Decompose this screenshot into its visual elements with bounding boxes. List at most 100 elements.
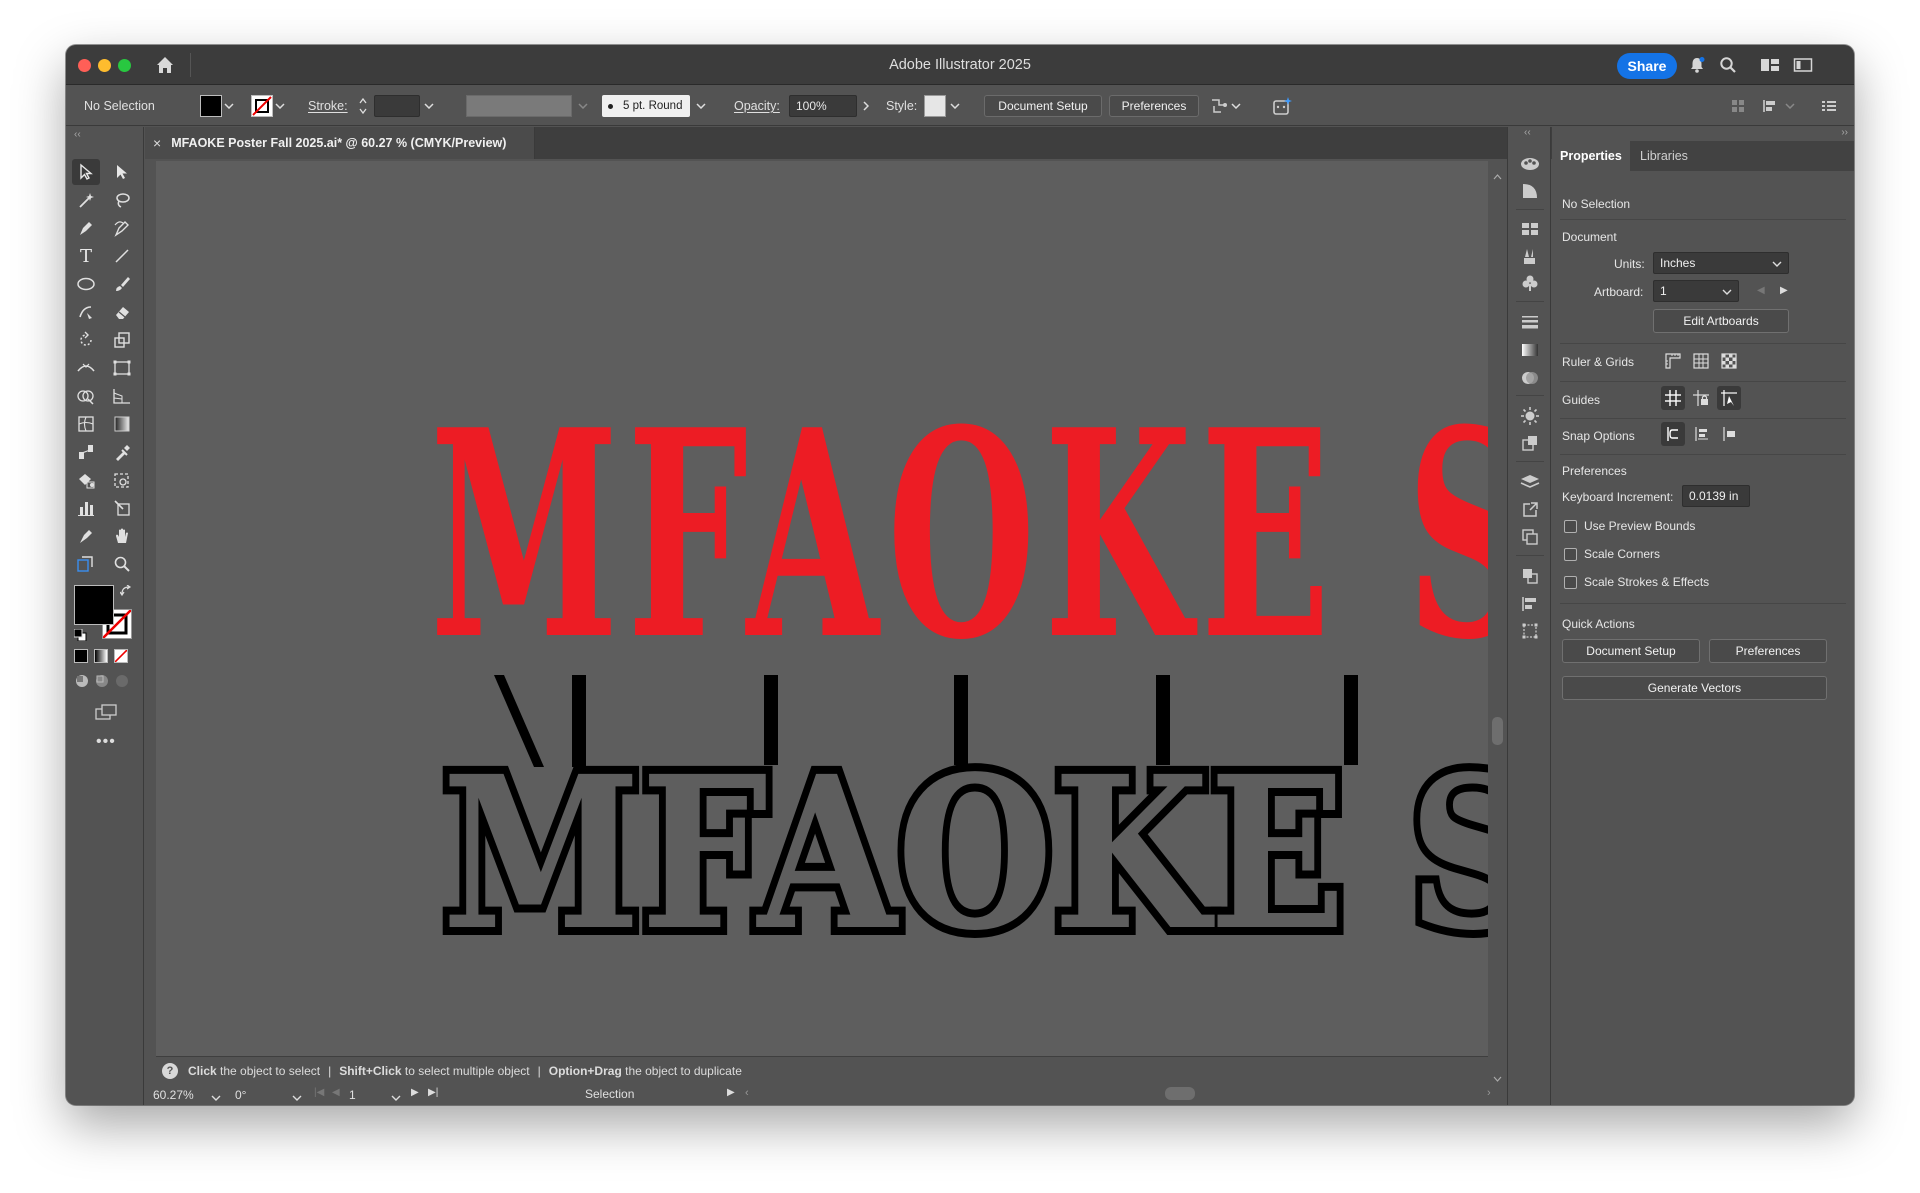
symbols-icon[interactable] (1518, 271, 1542, 295)
chevron-down-icon[interactable] (422, 99, 436, 113)
magic-wand-tool-icon[interactable] (72, 187, 100, 213)
free-transform-tool-icon[interactable] (108, 355, 136, 381)
arrange-documents-icon[interactable] (1792, 54, 1814, 76)
snap-to-glyph-icon[interactable] (1689, 422, 1713, 446)
artboard-select[interactable]: 1 (1653, 280, 1739, 302)
appearance-icon[interactable] (1518, 404, 1542, 428)
scale-tool-icon[interactable] (108, 327, 136, 353)
next-artboard-icon[interactable]: ▶ (411, 1087, 419, 1098)
close-document-icon[interactable]: × (153, 135, 161, 151)
quick-document-setup-button[interactable]: Document Setup (1562, 639, 1700, 663)
brush-picker[interactable]: 5 pt. Round (602, 95, 690, 117)
scale-corners-checkbox[interactable] (1564, 548, 1577, 561)
perspective-grid-tool-icon[interactable] (108, 383, 136, 409)
transform-options[interactable] (1209, 86, 1243, 126)
snap-to-point-icon[interactable] (1661, 422, 1685, 446)
chevron-down-icon[interactable] (211, 1090, 221, 1104)
opacity-input[interactable]: 100% (789, 95, 857, 117)
transparency-grid-icon[interactable] (1717, 349, 1741, 373)
chevron-down-icon[interactable] (1783, 99, 1797, 113)
mesh-tool-icon[interactable] (72, 411, 100, 437)
opacity-label[interactable]: Opacity: (734, 86, 780, 126)
collapse-toolbar-icon[interactable]: ‹‹ (74, 129, 81, 140)
lock-guides-icon[interactable] (1689, 386, 1713, 410)
scroll-up-icon[interactable] (1493, 169, 1502, 183)
line-segment-tool-icon[interactable] (108, 243, 136, 269)
none-mode-button[interactable] (114, 649, 128, 663)
artboard-number-field[interactable]: 1 (345, 1085, 397, 1104)
swatches-icon[interactable] (1518, 217, 1542, 241)
ellipse-tool-icon[interactable] (72, 271, 100, 297)
gradient-tool-icon[interactable] (108, 411, 136, 437)
workspace-layout-icon[interactable] (1759, 54, 1781, 76)
variable-width-profile[interactable] (466, 86, 590, 126)
layers-icon[interactable] (1518, 470, 1542, 494)
align-objects-icon[interactable] (1761, 86, 1797, 126)
fill-control[interactable] (200, 86, 236, 126)
gradient-mode-button[interactable] (94, 649, 108, 663)
swap-fill-stroke-icon[interactable] (119, 584, 134, 600)
brushes-icon[interactable] (1518, 244, 1542, 268)
scroll-right-icon[interactable]: › (1487, 1087, 1491, 1099)
shape-builder-tool-icon[interactable] (72, 383, 100, 409)
generative-ai-icon[interactable] (1271, 86, 1293, 126)
curvature-tool-icon[interactable] (108, 215, 136, 241)
stroke-weight-input[interactable] (374, 95, 420, 117)
stroke-weight-stepper[interactable] (358, 86, 436, 126)
artboard-canvas[interactable]: MFAOKE S MFAOKE S MFAOKE S (156, 161, 1488, 1056)
align-panel-icon[interactable] (1518, 592, 1542, 616)
document-setup-button[interactable]: Document Setup (984, 95, 1102, 117)
chevron-down-icon[interactable] (222, 99, 236, 113)
pen-tool-icon[interactable] (72, 215, 100, 241)
width-profile-preview[interactable] (466, 95, 572, 117)
use-preview-bounds-checkbox[interactable] (1564, 520, 1577, 533)
shadow-title-group[interactable]: MFAOKE S MFAOKE S (434, 675, 1488, 985)
edit-toolbar-icon[interactable]: ••• (96, 733, 116, 751)
live-paint-bucket-icon[interactable] (72, 467, 100, 493)
previous-artboard-icon[interactable]: ◀ (332, 1087, 340, 1098)
width-tool-icon[interactable] (72, 355, 100, 381)
artboard-tool-icon[interactable] (108, 467, 136, 493)
selection-tool-icon[interactable] (72, 159, 100, 185)
hand-tool-icon[interactable] (108, 523, 136, 549)
previous-artboard-icon[interactable]: ◀ (1757, 285, 1765, 296)
chevron-down-icon[interactable] (391, 1090, 401, 1104)
scroll-left-icon[interactable]: ‹ (745, 1087, 749, 1099)
first-artboard-icon[interactable]: |◀ (314, 1087, 324, 1098)
chevron-down-icon[interactable] (273, 99, 287, 113)
search-icon[interactable] (1717, 54, 1739, 76)
units-select[interactable]: Inches (1653, 252, 1789, 274)
last-artboard-icon[interactable]: ▶| (428, 1087, 438, 1098)
symbol-sprayer-icon[interactable] (72, 523, 100, 549)
document-tab[interactable]: × MFAOKE Poster Fall 2025.ai* @ 60.27 % … (145, 127, 535, 159)
asset-export-icon[interactable] (1518, 498, 1542, 522)
shaper-tool-icon[interactable] (72, 299, 100, 325)
paintbrush-tool-icon[interactable] (108, 271, 136, 297)
tab-properties[interactable]: Properties (1552, 141, 1630, 171)
share-button[interactable]: Share (1617, 53, 1677, 79)
bell-icon[interactable] (1686, 54, 1708, 76)
screen-mode-icon[interactable] (94, 703, 118, 724)
rotation-field[interactable]: 0° (231, 1085, 291, 1104)
align-grid-icon[interactable] (1730, 86, 1746, 126)
chevron-down-icon[interactable] (1229, 99, 1243, 113)
snap-to-pixel-icon[interactable] (1717, 422, 1741, 446)
rotate-tool-icon[interactable] (72, 327, 100, 353)
vertical-scrollbar[interactable] (1489, 161, 1506, 1086)
type-tool-icon[interactable]: T (72, 243, 100, 269)
zoom-field[interactable]: 60.27% (149, 1085, 209, 1104)
panel-menu-icon[interactable] (1821, 86, 1837, 126)
slice-tool-icon[interactable] (108, 495, 136, 521)
stroke-panel-icon[interactable] (1518, 310, 1542, 334)
color-mode-button[interactable] (74, 649, 88, 663)
stroke-label[interactable]: Stroke: (308, 86, 348, 126)
graphic-style-control[interactable] (924, 86, 962, 126)
rulers-icon[interactable] (1661, 349, 1685, 373)
fill-color-indicator[interactable] (74, 585, 114, 625)
stroke-none-swatch[interactable] (251, 95, 273, 117)
draw-behind-icon[interactable] (94, 673, 110, 692)
generate-vectors-button[interactable]: Generate Vectors (1562, 676, 1827, 700)
transform-panel-icon[interactable] (1518, 619, 1542, 643)
zoom-tool-icon[interactable] (108, 551, 136, 577)
next-artboard-icon[interactable]: ▶ (1780, 285, 1788, 296)
